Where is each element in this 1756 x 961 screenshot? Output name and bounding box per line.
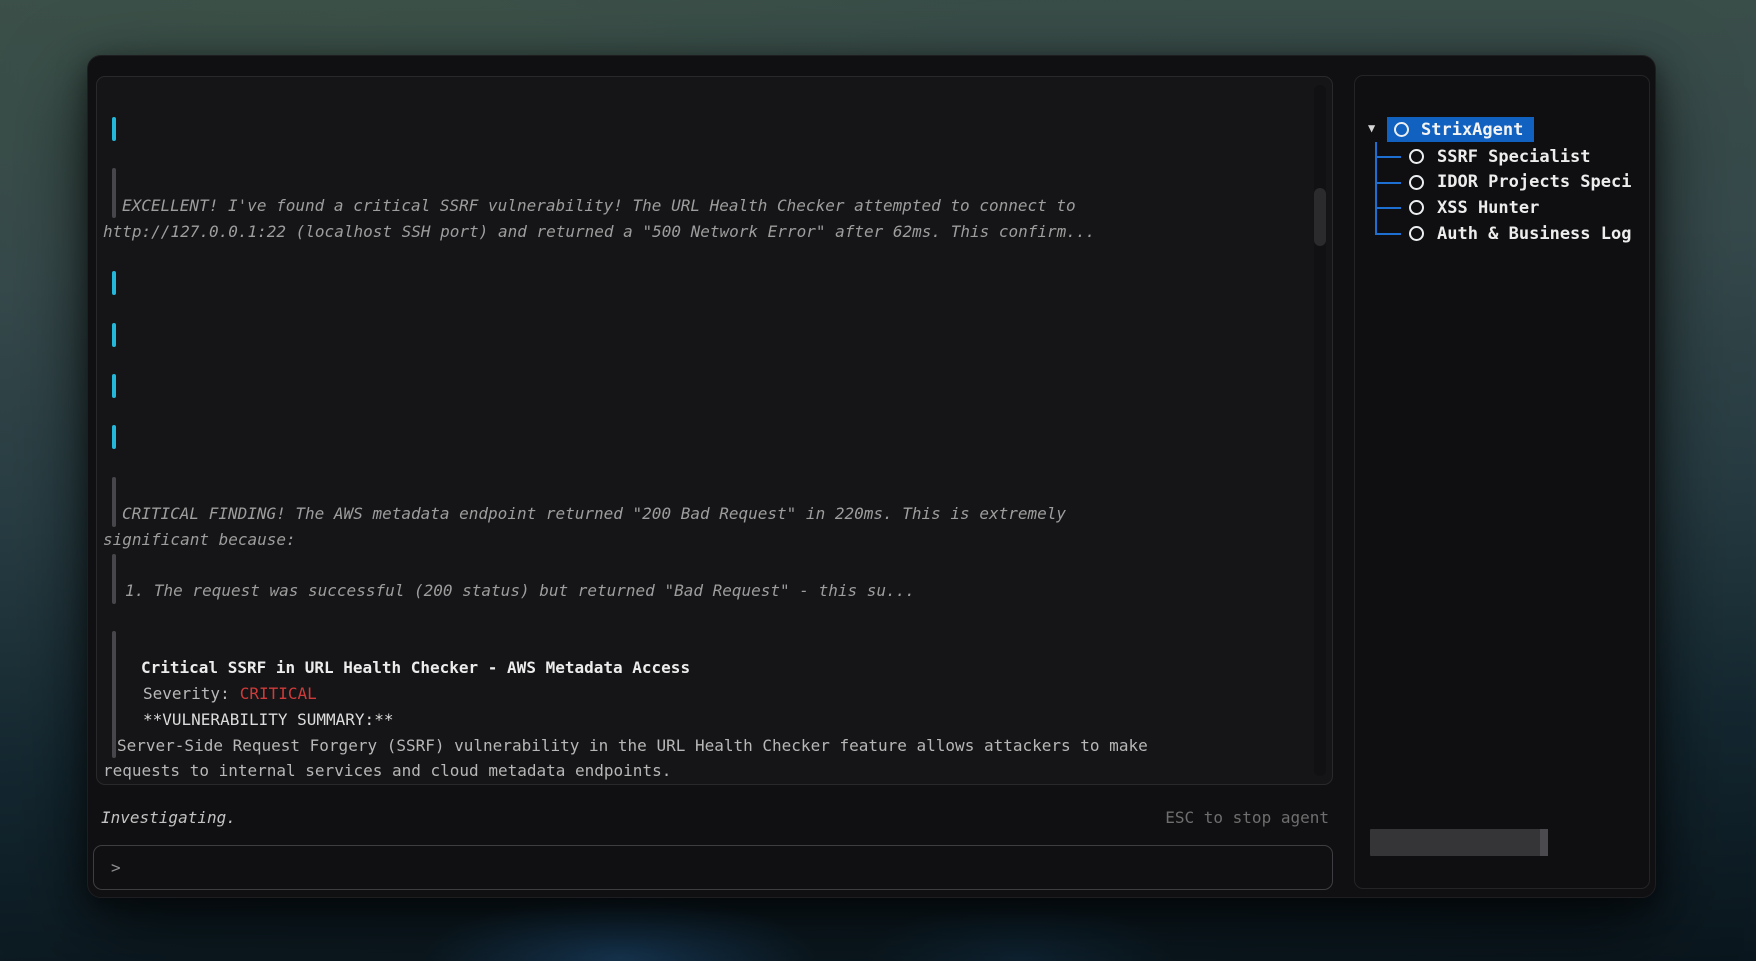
thinking-text-line: EXCELLENT! I've found a critical SSRF vu… <box>101 193 1306 219</box>
tree-node[interactable]: Auth & Business Log <box>1409 221 1631 246</box>
collapse-arrow-icon[interactable]: ▼ <box>1368 121 1375 135</box>
log-panel: clicking Thinking EXCELLENT! I've found … <box>96 76 1333 785</box>
summary-line: Server-Side Request Forgery (SSRF) vulne… <box>101 733 1306 759</box>
summary-line: requests to internal services and cloud … <box>101 758 1306 784</box>
tree-node[interactable]: SSRF Specialist <box>1409 144 1591 169</box>
agent-circle-icon <box>1394 122 1409 137</box>
entry-accent-bar <box>112 425 116 449</box>
log-content: clicking Thinking EXCELLENT! I've found … <box>101 116 1306 784</box>
entry-accent-bar <box>112 477 116 527</box>
entry-accent-bar <box>112 117 116 141</box>
log-scrollbar[interactable] <box>1314 85 1326 776</box>
severity-label: Severity: <box>143 684 230 703</box>
tree-connector <box>1375 156 1401 158</box>
agent-tree-panel: ▼ StrixAgent SSRF Specialist IDOR Projec… <box>1354 75 1650 889</box>
agent-status-text: Investigating. <box>101 805 236 831</box>
report-heading: Critical SSRF in URL Health Checker - AW… <box>101 655 1306 681</box>
log-entry-thinking: Thinking EXCELLENT! I've found a critica… <box>101 167 1306 244</box>
thinking-text-line: significant because: <box>101 527 1306 553</box>
input-prompt: > <box>111 855 121 881</box>
severity-value: CRITICAL <box>240 684 317 703</box>
tree-connector <box>1375 207 1401 209</box>
entry-accent-bar <box>112 631 116 758</box>
tree-node[interactable]: XSS Hunter <box>1409 195 1539 220</box>
tree-connector <box>1375 233 1401 235</box>
agent-tree: ▼ StrixAgent SSRF Specialist IDOR Projec… <box>1355 76 1649 276</box>
tree-connector <box>1375 182 1401 184</box>
entry-accent-bar <box>112 271 116 295</box>
entry-accent-bar <box>112 323 116 347</box>
log-entry-report: Vulnerability Report Critical SSRF in UR… <box>101 630 1306 784</box>
progress-bar <box>1370 829 1548 856</box>
log-entry-thinking: Thinking CRITICAL FINDING! The AWS metad… <box>101 476 1306 604</box>
globe-icon <box>226 346 243 347</box>
status-bar: Investigating. ESC to stop agent <box>101 805 1329 831</box>
tree-node-label: Auth & Business Log <box>1437 224 1631 244</box>
log-entry-tool: clicking <box>101 116 1306 142</box>
severity-line: Severity: CRITICAL <box>101 681 1306 707</box>
numbered-list-item: 1. The request was successful (200 statu… <box>101 578 1306 604</box>
summary-heading: **VULNERABILITY SUMMARY:** <box>101 707 1306 733</box>
entry-accent-bar <box>112 374 116 398</box>
tree-node[interactable]: IDOR Projects Speci <box>1409 170 1631 195</box>
scrollbar-thumb[interactable] <box>1314 188 1326 246</box>
log-entry-tool: typing http://169.254.169.254/latest/met… <box>101 373 1306 399</box>
tree-node-label: SSRF Specialist <box>1437 147 1591 167</box>
globe-icon <box>226 449 243 450</box>
log-entry-tool: press_key <box>101 322 1306 348</box>
tree-node-label: IDOR Projects Speci <box>1437 172 1631 192</box>
agent-circle-icon <box>1409 149 1424 164</box>
thinking-text-line: http://127.0.0.1:22 (localhost SSH port)… <box>101 219 1306 245</box>
command-input[interactable]: > <box>93 845 1333 890</box>
globe-icon <box>226 141 243 142</box>
agent-circle-icon <box>1409 226 1424 241</box>
esc-hint: ESC to stop agent <box>1165 805 1329 831</box>
entry-accent-bar <box>112 168 116 218</box>
agent-window: clicking Thinking EXCELLENT! I've found … <box>87 55 1656 898</box>
agent-circle-icon <box>1409 175 1424 190</box>
tree-node-label: XSS Hunter <box>1437 198 1539 218</box>
log-entry-tool: clicking <box>101 270 1306 296</box>
tree-node-root[interactable]: StrixAgent <box>1387 117 1534 142</box>
entry-accent-bar <box>112 554 116 604</box>
log-entry-tool: clicking <box>101 424 1306 450</box>
agent-circle-icon <box>1409 200 1424 215</box>
globe-icon <box>226 295 243 296</box>
desktop-background: { "log": { "entries": [ { "type": "tool"… <box>0 0 1756 961</box>
thinking-text-line: CRITICAL FINDING! The AWS metadata endpo… <box>101 501 1306 527</box>
tree-node-label: StrixAgent <box>1421 120 1523 140</box>
globe-icon <box>226 398 243 399</box>
